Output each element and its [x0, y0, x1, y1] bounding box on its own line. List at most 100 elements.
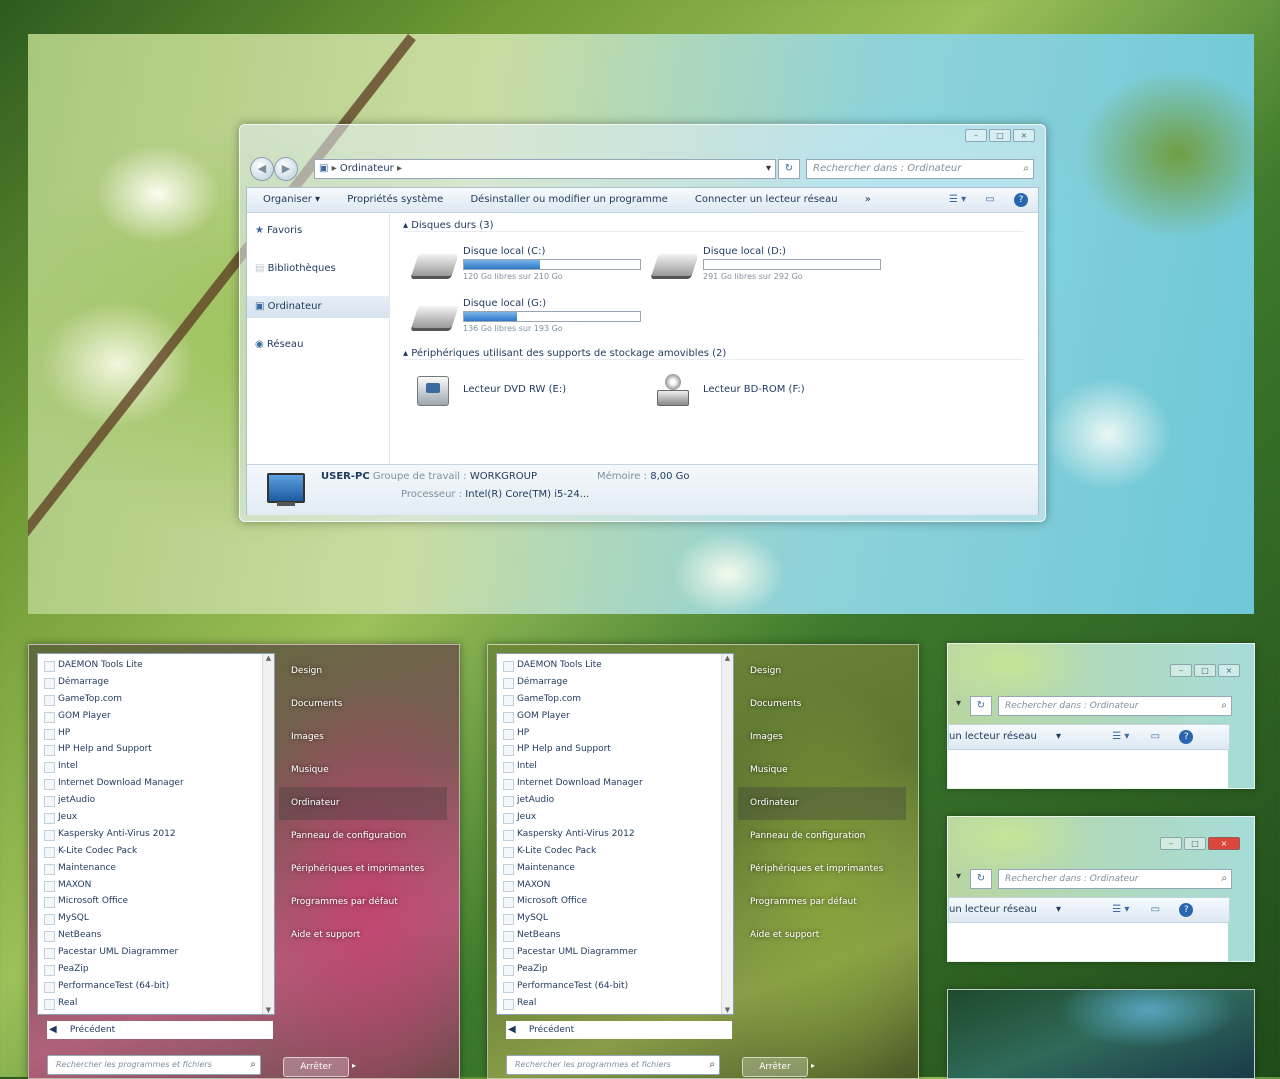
place-item[interactable]: Panneau de configuration	[279, 820, 447, 853]
more-commands-icon[interactable]: ▾	[1056, 731, 1061, 742]
program-item[interactable]: K-Lite Codec Pack	[497, 843, 733, 860]
address-dropdown-icon[interactable]: ▾	[956, 698, 961, 709]
program-item[interactable]: Real	[497, 995, 733, 1012]
section-header-removable[interactable]: ▴ Périphériques utilisant des supports d…	[403, 348, 1023, 360]
program-item[interactable]: jetAudio	[38, 792, 274, 809]
refresh-button[interactable]: ↻	[778, 159, 800, 179]
shutdown-options-button[interactable]: ▸	[347, 1057, 361, 1075]
close-button[interactable]: ×	[1013, 129, 1035, 142]
program-item[interactable]: Microsoft Office	[38, 893, 274, 910]
preview-pane-icon[interactable]: ▭	[1151, 904, 1160, 915]
search-input[interactable]: Rechercher dans : Ordinateur ⌕	[998, 869, 1232, 889]
forward-button[interactable]: ▶	[274, 157, 298, 181]
nav-item-libraries[interactable]: ▤ Bibliothèques	[247, 258, 389, 280]
help-icon[interactable]: ?	[1179, 730, 1194, 744]
system-properties-button[interactable]: Propriétés système	[347, 188, 443, 212]
start-search-input[interactable]: Rechercher les programmes et fichiers ⌕	[506, 1055, 720, 1075]
address-bar[interactable]: ▣ ▸ Ordinateur ▸ ▾	[314, 159, 776, 179]
program-item[interactable]: Jeux	[497, 809, 733, 826]
refresh-button[interactable]: ↻	[970, 869, 992, 889]
views-icon[interactable]: ☰ ▾	[949, 194, 966, 205]
program-item[interactable]: Intel	[497, 758, 733, 775]
shutdown-button[interactable]: Arrêter	[742, 1057, 808, 1077]
program-item[interactable]: MySQL	[38, 910, 274, 927]
place-item[interactable]: Documents	[279, 688, 447, 721]
nav-item-computer[interactable]: ▣ Ordinateur	[247, 296, 389, 318]
program-item[interactable]: MAXON	[38, 877, 274, 894]
program-item[interactable]: Pacestar UML Diagrammer	[38, 944, 274, 961]
uninstall-program-button[interactable]: Désinstaller ou modifier un programme	[470, 188, 667, 212]
place-item[interactable]: Design	[279, 655, 447, 688]
back-button[interactable]: ◀ Précédent	[506, 1021, 732, 1039]
close-button[interactable]: ×	[1218, 664, 1240, 677]
preview-pane-icon[interactable]: ▭	[1151, 731, 1160, 742]
program-item[interactable]: Internet Download Manager	[497, 775, 733, 792]
shutdown-options-button[interactable]: ▸	[806, 1057, 820, 1075]
program-item[interactable]: K-Lite Codec Pack	[38, 843, 274, 860]
help-icon[interactable]: ?	[1179, 903, 1194, 917]
program-item[interactable]: Maintenance	[497, 860, 733, 877]
minimize-button[interactable]: –	[1170, 664, 1192, 677]
program-item[interactable]: Pacestar UML Diagrammer	[497, 944, 733, 961]
program-item[interactable]: NetBeans	[497, 927, 733, 944]
help-icon[interactable]: ?	[1014, 193, 1028, 207]
place-item[interactable]: Images	[738, 721, 906, 754]
program-item[interactable]: Real	[38, 995, 274, 1012]
program-item[interactable]: HP Help and Support	[38, 741, 274, 758]
program-item[interactable]: Maintenance	[38, 860, 274, 877]
address-dropdown-icon[interactable]: ▾	[956, 871, 961, 882]
maximize-button[interactable]: □	[989, 129, 1011, 142]
refresh-button[interactable]: ↻	[970, 696, 992, 716]
start-search-input[interactable]: Rechercher les programmes et fichiers ⌕	[47, 1055, 261, 1075]
nav-item-network[interactable]: ◉ Réseau	[247, 334, 389, 356]
program-item[interactable]: Jeux	[38, 809, 274, 826]
breadcrumb[interactable]: Ordinateur	[340, 163, 394, 174]
place-item[interactable]: Ordinateur	[738, 787, 906, 820]
close-button[interactable]: ×	[1208, 837, 1240, 850]
organize-button[interactable]: Organiser ▾	[263, 188, 320, 212]
program-item[interactable]: GameTop.com	[38, 691, 274, 708]
search-icon[interactable]: ⌕	[1023, 160, 1029, 178]
drive-item[interactable]: Disque local (G:) 136 Go libres sur 193 …	[411, 298, 641, 338]
drive-item[interactable]: Lecteur DVD RW (E:)	[411, 372, 611, 410]
place-item[interactable]: Panneau de configuration	[738, 820, 906, 853]
nav-item-favorites[interactable]: ★ Favoris	[247, 220, 389, 242]
program-item[interactable]: Démarrage	[38, 674, 274, 691]
program-item[interactable]: GameTop.com	[497, 691, 733, 708]
more-commands-icon[interactable]: ▾	[1056, 904, 1061, 915]
program-item[interactable]: PeaZip	[38, 961, 274, 978]
program-item[interactable]: DAEMON Tools Lite	[38, 657, 274, 674]
maximize-button[interactable]: □	[1194, 664, 1216, 677]
views-icon[interactable]: ☰ ▾	[1112, 904, 1129, 915]
place-item[interactable]: Documents	[738, 688, 906, 721]
search-icon[interactable]: ⌕	[709, 1056, 715, 1074]
drive-item[interactable]: Disque local (C:) 120 Go libres sur 210 …	[411, 246, 641, 286]
program-item[interactable]: GOM Player	[38, 708, 274, 725]
place-item[interactable]: Périphériques et imprimantes	[738, 853, 906, 886]
program-item[interactable]: HP Help and Support	[497, 741, 733, 758]
maximize-button[interactable]: □	[1184, 837, 1206, 850]
place-item[interactable]: Programmes par défaut	[279, 886, 447, 919]
place-item[interactable]: Aide et support	[738, 919, 906, 952]
map-network-drive-button[interactable]: un lecteur réseau	[949, 731, 1037, 742]
shutdown-button[interactable]: Arrêter	[283, 1057, 349, 1077]
program-item[interactable]: Internet Download Manager	[38, 775, 274, 792]
program-item[interactable]: Intel	[38, 758, 274, 775]
place-item[interactable]: Musique	[738, 754, 906, 787]
programs-scrollbar[interactable]: ▲ ▼	[262, 654, 274, 1014]
program-item[interactable]: PeaZip	[497, 961, 733, 978]
program-item[interactable]: HP	[497, 725, 733, 742]
program-item[interactable]: jetAudio	[497, 792, 733, 809]
drive-item[interactable]: Disque local (D:) 291 Go libres sur 292 …	[651, 246, 881, 286]
program-item[interactable]: MAXON	[497, 877, 733, 894]
program-item[interactable]: MySQL	[497, 910, 733, 927]
place-item[interactable]: Design	[738, 655, 906, 688]
place-item[interactable]: Aide et support	[279, 919, 447, 952]
section-header-hard-drives[interactable]: ▴ Disques durs (3)	[403, 220, 1023, 232]
program-item[interactable]: NetBeans	[38, 927, 274, 944]
program-item[interactable]: HP	[38, 725, 274, 742]
place-item[interactable]: Images	[279, 721, 447, 754]
search-icon[interactable]: ⌕	[250, 1056, 256, 1074]
search-icon[interactable]: ⌕	[1221, 697, 1227, 715]
drive-item[interactable]: Lecteur BD-ROM (F:)	[651, 372, 851, 410]
